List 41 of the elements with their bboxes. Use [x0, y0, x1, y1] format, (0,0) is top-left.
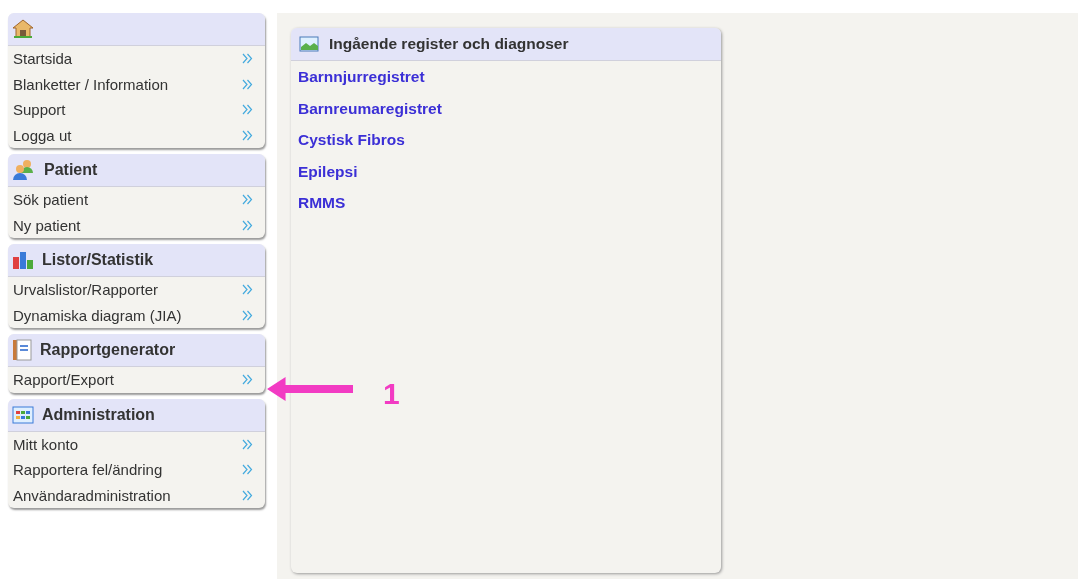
register-link[interactable]: RMMS [291, 187, 346, 219]
double-chevron-icon [242, 464, 253, 476]
double-chevron-icon [242, 129, 253, 141]
double-chevron-icon [242, 219, 253, 231]
register-link[interactable]: Epilepsi [291, 155, 358, 187]
section-title: Rapportgenerator [40, 341, 176, 359]
double-chevron-icon [242, 194, 253, 206]
panel-title: Ingående register och diagnoser [329, 35, 569, 53]
menu-item[interactable]: Rapportera fel/ändring [8, 457, 265, 483]
menu-item[interactable]: Ny patient [8, 212, 265, 238]
double-chevron-icon [242, 53, 253, 65]
register-link[interactable]: Barnnjurregistret [291, 61, 425, 93]
double-chevron-icon [242, 374, 253, 386]
people-icon [12, 159, 36, 181]
menu-item[interactable]: Blanketter / Information [8, 71, 265, 97]
menu-item[interactable]: Startsida [8, 46, 265, 72]
double-chevron-icon [242, 284, 253, 296]
double-chevron-icon [242, 489, 253, 501]
callout-number: 1 [383, 377, 400, 411]
menu-item[interactable]: Support [8, 97, 265, 123]
grid-window-icon [12, 405, 34, 424]
double-chevron-icon [242, 78, 253, 90]
section-title: Patient [44, 161, 98, 179]
menu-item[interactable]: Rapport/Export [8, 367, 265, 393]
house-icon [12, 19, 34, 39]
menu-item[interactable]: Mitt konto [8, 431, 265, 457]
bar-chart-icon [12, 251, 34, 269]
menu-item[interactable]: Användaradministration [8, 482, 265, 508]
register-link[interactable]: Barnreumaregistret [291, 92, 442, 124]
section-title: Administration [42, 405, 155, 424]
section-title: Listor/Statistik [42, 251, 154, 269]
double-chevron-icon [242, 438, 253, 450]
menu-item[interactable]: Dynamiska diagram (JIA) [8, 302, 265, 328]
picture-frame-icon [299, 36, 319, 52]
register-link[interactable]: Cystisk Fibros [291, 124, 405, 156]
double-chevron-icon [242, 104, 253, 116]
menu-item[interactable]: Logga ut [8, 122, 265, 148]
menu-item[interactable]: Sök patient [8, 187, 265, 213]
notebook-icon [12, 339, 32, 361]
menu-item[interactable]: Urvalslistor/Rapporter [8, 277, 265, 303]
double-chevron-icon [242, 309, 253, 321]
